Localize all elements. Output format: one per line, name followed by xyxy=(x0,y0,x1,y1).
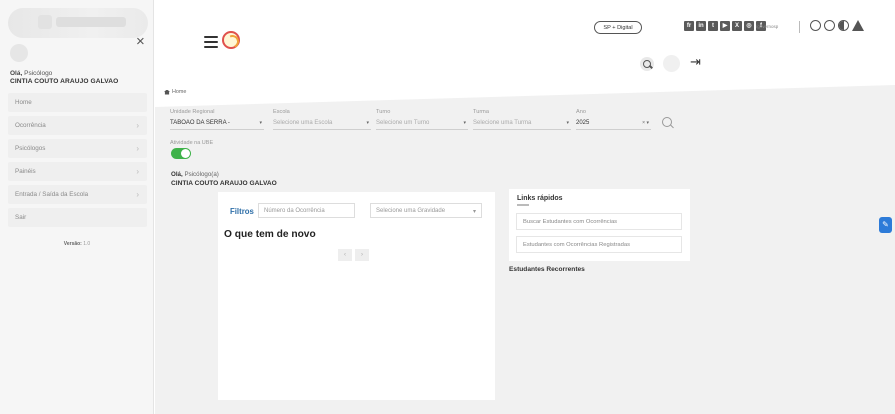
sidebar-item-sair[interactable]: Sair xyxy=(8,208,147,227)
recorrentes-heading: Estudantes Recorrentes xyxy=(509,266,585,273)
sidebar-item-psicologos[interactable]: Psicólogos › xyxy=(8,139,147,158)
title-underline xyxy=(517,204,529,206)
chevron-down-icon: ▾ xyxy=(259,119,262,126)
translate-help-icon[interactable]: ✎ xyxy=(879,217,892,233)
quick-link-buscar[interactable]: Buscar Estudantes com Ocorrências xyxy=(516,213,682,230)
chevron-right-icon: › xyxy=(136,144,139,153)
linkedin-icon[interactable]: in xyxy=(696,21,706,31)
header-avatar[interactable] xyxy=(663,55,680,72)
home-icon xyxy=(164,89,170,95)
sidebar: × Olá, Psicólogo CINTIA COUTO ARAUJO GAL… xyxy=(0,0,154,414)
toggle-label: Atividade na UBE xyxy=(170,140,214,146)
turma-select[interactable]: Selecione uma Turma ▾ xyxy=(473,116,571,130)
filter-search-icon[interactable] xyxy=(662,117,674,129)
divider xyxy=(799,21,800,33)
sidebar-item-paineis[interactable]: Painéis › xyxy=(8,162,147,181)
filtros-label: Filtros xyxy=(230,207,254,216)
chevron-down-icon: ▾ xyxy=(472,209,476,215)
chevron-right-icon: › xyxy=(136,121,139,130)
gravidade-select[interactable]: Selecione uma Gravidade ▾ xyxy=(370,203,482,218)
zoom-in-icon[interactable] xyxy=(824,20,835,31)
page: × Olá, Psicólogo CINTIA COUTO ARAUJO GAL… xyxy=(0,0,895,414)
avatar xyxy=(10,44,28,62)
sidebar-item-home[interactable]: Home xyxy=(8,93,147,112)
warning-icon[interactable] xyxy=(852,20,864,31)
unidade-label: Unidade Regional xyxy=(170,109,215,115)
hamburger-menu-icon[interactable] xyxy=(204,36,218,48)
breadcrumb-home[interactable]: Home xyxy=(172,89,186,95)
turma-label: Turma xyxy=(473,109,489,115)
ano-label: Ano xyxy=(576,109,586,115)
sidebar-menu: Home Ocorrência › Psicólogos › Painéis › En… xyxy=(8,93,147,231)
sidebar-user-name: CINTIA COUTO ARAUJO GALVAO xyxy=(10,78,119,85)
instagram-icon[interactable]: ◎ xyxy=(744,21,754,31)
sidebar-item-entrada-saida[interactable]: Entrada / Saída da Escola › xyxy=(8,185,147,204)
sp-digital-button[interactable]: SP + Digital xyxy=(594,21,642,34)
logout-icon[interactable]: ⇥ xyxy=(690,55,701,68)
youtube-icon[interactable]: ▶ xyxy=(720,21,730,31)
news-title: O que tem de novo xyxy=(224,229,316,240)
pager: ‹ › xyxy=(338,249,369,261)
ocorrencia-number-input[interactable]: Número da Ocorrência xyxy=(258,203,355,218)
sidebar-item-ocorrencia[interactable]: Ocorrência › xyxy=(8,116,147,135)
chevron-down-icon: ▾ xyxy=(566,119,569,126)
social-links: fr in t ▶ X ◎ f xyxy=(684,21,766,31)
quick-links-title: Links rápidos xyxy=(517,195,563,202)
sidebar-greeting: Olá, Psicólogo xyxy=(10,70,53,77)
ano-select[interactable]: 2025 × ▾ xyxy=(576,116,651,130)
x-icon[interactable]: X xyxy=(732,21,742,31)
turno-label: Turno xyxy=(376,109,391,115)
social-handle: /governosp xyxy=(756,24,779,29)
tiktok-icon[interactable]: t xyxy=(708,21,718,31)
prev-button[interactable]: ‹ xyxy=(338,249,352,261)
clear-dropdown-icon[interactable]: × ▾ xyxy=(642,120,649,126)
sidebar-logo xyxy=(8,8,148,38)
zoom-out-icon[interactable] xyxy=(810,20,821,31)
close-icon[interactable]: × xyxy=(136,34,145,49)
chevron-right-icon: › xyxy=(136,167,139,176)
main-greeting: Olá, Psicólogo(a) xyxy=(171,171,219,178)
unidade-select[interactable]: TABOAO DA SERRA - ▾ xyxy=(170,116,264,130)
turno-select[interactable]: Selecione um Turno ▾ xyxy=(376,116,468,130)
chevron-down-icon: ▾ xyxy=(463,119,466,126)
escola-label: Escola xyxy=(273,109,290,115)
chevron-down-icon: ▾ xyxy=(366,119,369,126)
header-search-icon[interactable] xyxy=(640,57,654,71)
next-button[interactable]: › xyxy=(355,249,369,261)
main-user-name: CINTIA COUTO ARAUJO GALVAO xyxy=(171,180,277,187)
flickr-icon[interactable]: fr xyxy=(684,21,694,31)
news-card: Filtros Número da Ocorrência Selecione u… xyxy=(218,192,495,400)
accessibility-tools xyxy=(810,20,864,31)
quick-link-registradas[interactable]: Estudantes com Ocorrências Registradas xyxy=(516,236,682,253)
chevron-right-icon: › xyxy=(136,190,139,199)
app-logo xyxy=(222,31,240,49)
ube-toggle[interactable] xyxy=(171,148,191,159)
version-label: Versão: 1.0 xyxy=(63,241,91,247)
contrast-icon[interactable] xyxy=(838,20,849,31)
quick-links-panel: Links rápidos Buscar Estudantes com Ocor… xyxy=(509,189,690,261)
escola-select[interactable]: Selecione uma Escola ▾ xyxy=(273,116,371,130)
breadcrumb: Home xyxy=(164,89,186,95)
